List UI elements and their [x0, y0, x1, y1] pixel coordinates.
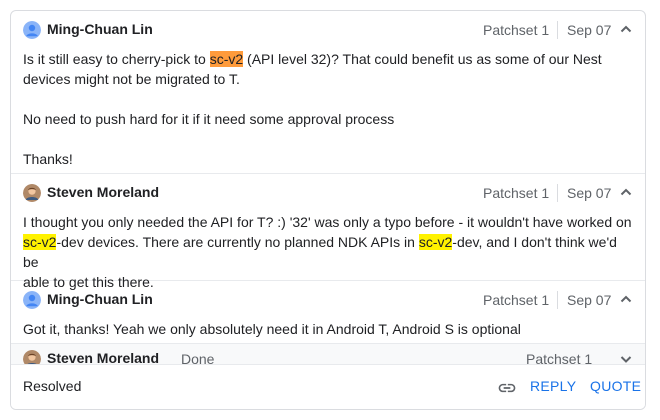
highlight-sc-v2: sc-v2: [418, 234, 453, 250]
highlight-sc-v2: sc-v2: [23, 234, 57, 250]
patchset-label[interactable]: Patchset 1: [483, 292, 549, 308]
photo-avatar-icon: [23, 184, 41, 202]
comment-1: Ming-Chuan Lin Patchset 1 Sep 07 Is it s…: [11, 11, 645, 174]
reply-button[interactable]: REPLY: [530, 378, 576, 394]
comment-header[interactable]: Ming-Chuan Lin Patchset 1 Sep 07: [11, 281, 645, 319]
comment-thread: Ming-Chuan Lin Patchset 1 Sep 07 Is it s…: [10, 10, 646, 410]
comment-3: Ming-Chuan Lin Patchset 1 Sep 07 Got it,…: [11, 281, 645, 344]
comment-date[interactable]: Sep 07: [567, 185, 611, 201]
comment-line: devices might not be migrated to T.: [23, 71, 240, 87]
comment-line: Thanks!: [23, 151, 73, 167]
comment-author[interactable]: Ming-Chuan Lin: [47, 21, 153, 37]
divider: [557, 184, 558, 202]
comment-line: No need to push hard for it if it need s…: [23, 111, 395, 127]
person-avatar-icon: [23, 291, 41, 309]
comment-header[interactable]: Steven Moreland Patchset 1 Sep 07: [11, 174, 645, 212]
link-icon[interactable]: [497, 378, 517, 398]
comment-date[interactable]: Sep 07: [567, 22, 611, 38]
comment-2: Steven Moreland Patchset 1 Sep 07 I thou…: [11, 174, 645, 290]
comment-header[interactable]: Ming-Chuan Lin Patchset 1 Sep 07: [11, 11, 645, 49]
comment-author[interactable]: Ming-Chuan Lin: [47, 291, 153, 307]
resolved-status: Resolved: [23, 378, 82, 394]
patchset-label[interactable]: Patchset 1: [483, 185, 549, 201]
divider: [557, 291, 558, 309]
comment-body: Is it still easy to cherry-pick to sc-v2…: [11, 49, 645, 181]
chevron-up-icon[interactable]: [619, 292, 633, 306]
patchset-label[interactable]: Patchset 1: [483, 22, 549, 38]
comment-date[interactable]: Sep 07: [567, 292, 611, 308]
person-avatar-icon: [23, 21, 41, 39]
thread-footer: Resolved REPLY QUOTE: [11, 364, 645, 409]
comment-author[interactable]: Steven Moreland: [47, 184, 159, 200]
chevron-up-icon[interactable]: [619, 22, 633, 36]
divider: [557, 21, 558, 39]
comment-line: I thought you only needed the API for T?…: [23, 214, 632, 230]
comment-line: Is it still easy to cherry-pick to sc-v2…: [23, 51, 602, 67]
comment-line: sc-v2-dev devices. There are currently n…: [23, 234, 617, 270]
highlight-sc-v2: sc-v2: [209, 51, 244, 67]
comment-line: Got it, thanks! Yeah we only absolutely …: [23, 321, 521, 337]
quote-button[interactable]: QUOTE: [590, 378, 641, 394]
chevron-up-icon[interactable]: [619, 185, 633, 199]
